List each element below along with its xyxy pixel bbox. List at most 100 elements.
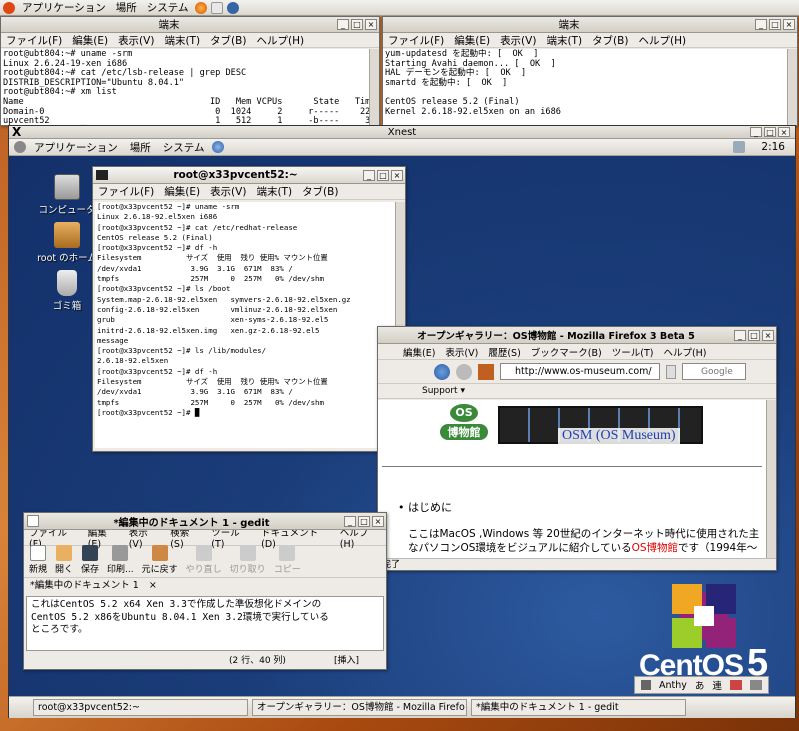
im-name[interactable]: Anthy [659, 680, 687, 691]
menu-edit[interactable]: 編集(E) [398, 345, 440, 359]
close-icon[interactable]: × [762, 329, 774, 341]
maximize-icon[interactable]: □ [351, 19, 363, 30]
new-button[interactable]: 新規 [26, 545, 50, 575]
titlebar[interactable]: 端末 _ □ × [383, 17, 797, 33]
maximize-icon[interactable]: □ [748, 329, 760, 341]
xnest-titlebar[interactable]: X Xnest _ □ × [9, 126, 795, 139]
maximize-icon[interactable]: □ [358, 515, 370, 527]
menu-edit[interactable]: 編集(E) [67, 33, 113, 48]
titlebar[interactable]: *編集中のドキュメント 1 - gedit _ □ × [24, 513, 386, 530]
menu-file[interactable]: ファイル(F) [1, 33, 67, 48]
menu-view[interactable]: 表示(V) [440, 345, 483, 359]
tab-close-icon[interactable]: × [149, 578, 157, 594]
guest-menu-applications[interactable]: アプリケーション [28, 140, 124, 155]
osm-title[interactable]: OSM (OS Museum) [558, 428, 680, 444]
bookmark-support[interactable]: Support ▾ [422, 386, 465, 396]
close-icon[interactable]: × [365, 19, 377, 30]
task-terminal[interactable]: root@x33pvcent52:~ [33, 699, 248, 716]
guest-menu-system[interactable]: システム [157, 140, 211, 155]
url-bar[interactable]: http://www.os-museum.com/ [500, 363, 660, 380]
menu-help[interactable]: ヘルプ(H) [633, 33, 691, 48]
redo-button[interactable]: やり直し [183, 545, 225, 575]
menu-tabs[interactable]: タブ(B) [297, 184, 343, 199]
ubuntu-logo-icon[interactable] [3, 1, 15, 14]
menu-view[interactable]: 表示(V) [495, 33, 541, 48]
url-dropdown-icon[interactable] [666, 364, 676, 379]
text-editor[interactable]: これはCentOS 5.2 x64 Xen 3.3で作成した準仮想化ドメインの … [26, 596, 384, 651]
copy-button[interactable]: コピー [271, 545, 304, 575]
undo-button[interactable]: 元に戻す [139, 545, 181, 575]
task-gedit[interactable]: *編集中のドキュメント 1 - gedit [471, 699, 686, 716]
menu-terminal[interactable]: 端末(T) [251, 184, 297, 199]
close-icon[interactable]: × [372, 515, 384, 527]
menu-help[interactable]: ヘルプ(H) [251, 33, 309, 48]
titlebar[interactable]: root@x33pvcent52:~ _ □ × [93, 167, 405, 184]
maximize-icon[interactable]: □ [377, 169, 389, 181]
search-input[interactable] [682, 363, 746, 380]
gnome-foot-icon[interactable] [14, 141, 26, 153]
menu-tools[interactable]: ツール(T) [607, 345, 659, 359]
menu-edit[interactable]: 編集(E) [159, 184, 205, 199]
im-menu-icon[interactable] [641, 680, 651, 690]
help-launcher-icon[interactable] [227, 1, 240, 14]
menu-file[interactable]: ファイル(F) [93, 184, 159, 199]
close-icon[interactable]: × [391, 169, 403, 181]
host-menu-system[interactable]: システム [142, 0, 194, 16]
print-button[interactable]: 印刷... [104, 545, 137, 575]
stop-icon[interactable] [456, 363, 472, 380]
scrollbar[interactable] [787, 49, 797, 125]
keyboard-icon[interactable] [749, 680, 762, 690]
network-icon[interactable] [733, 141, 746, 153]
host-menu-applications[interactable]: アプリケーション [17, 0, 111, 16]
menu-terminal[interactable]: 端末(T) [541, 33, 587, 48]
dictionary-icon[interactable] [729, 680, 742, 690]
menu-history[interactable]: 履歴(S) [483, 345, 525, 359]
os-museum-link[interactable]: OS博物館 [632, 542, 678, 554]
menu-edit[interactable]: 編集(E) [449, 33, 495, 48]
menu-help[interactable]: ヘルプ(H) [658, 345, 711, 359]
scrollbar[interactable] [766, 400, 776, 558]
terminal-output[interactable]: yum-updatesd を起動中: [ OK ] Starting Avahi… [383, 49, 787, 125]
minimize-icon[interactable]: _ [734, 329, 746, 341]
im-mode[interactable]: 連 [712, 678, 722, 692]
home-icon[interactable] [478, 363, 494, 380]
close-icon[interactable]: × [783, 19, 795, 30]
guest-menu-places[interactable]: 場所 [124, 140, 157, 155]
minimize-icon[interactable]: _ [363, 169, 375, 181]
titlebar[interactable]: 端末 _ □ × [1, 17, 379, 33]
xnest-window: X Xnest _ □ × アプリケーション 場所 システム 2:16 コンピュ… [8, 125, 796, 718]
maximize-icon[interactable]: □ [764, 127, 776, 137]
firefox-launcher-icon[interactable] [195, 1, 208, 14]
minimize-icon[interactable]: _ [755, 19, 767, 30]
cut-button[interactable]: 切り取り [227, 545, 269, 575]
new-document-icon [30, 545, 46, 561]
globe-launcher-icon[interactable] [212, 141, 225, 153]
host-menu-places[interactable]: 場所 [111, 0, 142, 16]
menu-bookmarks[interactable]: ブックマーク(B) [526, 345, 607, 359]
terminal-output[interactable]: [root@x33pvcent52 ~]# uname -srm Linux 2… [95, 202, 395, 448]
menu-file[interactable]: ファイル(F) [383, 33, 449, 48]
minimize-icon[interactable]: _ [337, 19, 349, 30]
minimize-icon[interactable]: _ [344, 515, 356, 527]
terminal-output[interactable]: root@ubt804:~# uname -srm Linux 2.6.24-1… [1, 49, 369, 125]
close-icon[interactable]: × [778, 127, 790, 137]
im-kana[interactable]: あ [695, 678, 705, 692]
gedit-window: *編集中のドキュメント 1 - gedit _ □ × ファイル(F) 編集(E… [23, 512, 387, 670]
minimize-icon[interactable]: _ [750, 127, 762, 137]
menu-tabs[interactable]: タブ(B) [587, 33, 633, 48]
open-button[interactable]: 開く [52, 545, 76, 575]
maximize-icon[interactable]: □ [769, 19, 781, 30]
task-firefox[interactable]: オープンギャラリー：OS博物館 - Mozilla Firefo [252, 699, 467, 716]
guest-top-panel: アプリケーション 場所 システム 2:16 [9, 139, 795, 156]
menu-terminal[interactable]: 端末(T) [159, 33, 205, 48]
clock[interactable]: 2:16 [747, 141, 795, 153]
save-button[interactable]: 保存 [78, 545, 102, 575]
menu-tabs[interactable]: タブ(B) [205, 33, 251, 48]
reload-icon[interactable] [434, 363, 450, 380]
menu-view[interactable]: 表示(V) [113, 33, 159, 48]
scrollbar[interactable] [369, 49, 379, 125]
document-tab[interactable]: *編集中のドキュメント 1 × [24, 578, 386, 594]
menu-view[interactable]: 表示(V) [205, 184, 251, 199]
mail-launcher-icon[interactable] [211, 1, 224, 14]
titlebar[interactable]: オープンギャラリー：OS博物館 - Mozilla Firefox 3 Beta… [378, 327, 776, 344]
